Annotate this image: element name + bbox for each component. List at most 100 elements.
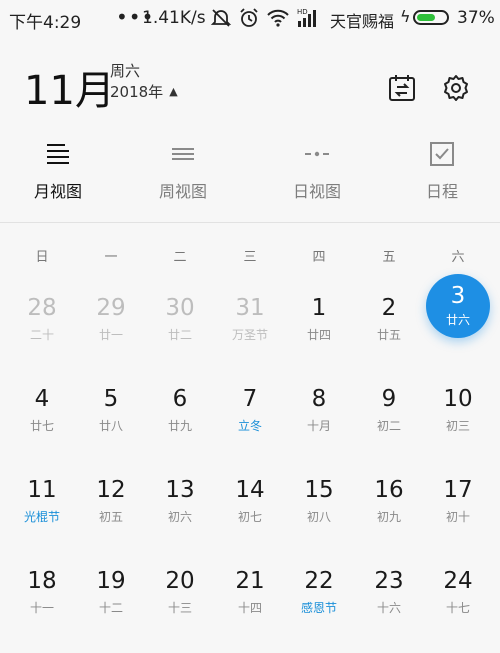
day-number: 9 — [381, 386, 397, 412]
lunar-date: 廿二 — [167, 328, 192, 342]
calendar-week-row: 18 十一 19 十二 20 十三 21 十四 22 感恩节 23 十六 24 十七 — [0, 563, 500, 653]
calendar-day[interactable]: 8 十月 — [284, 381, 354, 471]
calendar-switch-icon[interactable] — [388, 73, 416, 107]
calendar-day[interactable]: 18 十一 — [7, 563, 77, 653]
calendar-week-row: 28 二十 29 廿一 30 廿二 31 万圣节 1 廿四 2 廿五 3 廿六 — [0, 274, 500, 380]
lunar-date: 十四 — [237, 601, 262, 615]
weekday-mon: 一 — [104, 250, 118, 265]
calendar-day[interactable]: 22 感恩节 — [284, 563, 354, 653]
festival-label: 感恩节 — [300, 601, 337, 615]
day-number: 14 — [235, 477, 265, 503]
network-speed: 1.41K/s — [142, 8, 206, 28]
day-view-icon — [303, 144, 331, 168]
lunar-date: 廿五 — [376, 328, 401, 342]
calendar-day[interactable]: 10 初三 — [423, 381, 493, 471]
lunar-date: 二十 — [29, 328, 54, 342]
lunar-date: 十一 — [29, 601, 54, 615]
week-view-icon — [170, 144, 196, 168]
tab-label: 日程 — [425, 182, 458, 201]
lunar-date: 初三 — [445, 419, 470, 433]
tab-schedule[interactable]: 日程 — [392, 138, 492, 220]
calendar-day[interactable]: 13 初六 — [145, 472, 215, 562]
calendar-day[interactable]: 12 初五 — [76, 472, 146, 562]
wifi-icon — [266, 7, 290, 29]
lunar-date: 廿一 — [98, 328, 123, 342]
calendar-day[interactable]: 30 廿二 — [145, 290, 215, 380]
festival-label: 立冬 — [237, 419, 262, 433]
tab-month-view[interactable]: 月视图 — [8, 138, 108, 220]
calendar-day[interactable]: 17 初十 — [423, 472, 493, 562]
weekday-wed: 三 — [243, 250, 257, 265]
day-number: 11 — [27, 477, 57, 503]
day-number: 12 — [96, 477, 126, 503]
lunar-date: 廿八 — [98, 419, 123, 433]
day-number: 22 — [304, 568, 334, 594]
day-number: 24 — [443, 568, 473, 594]
lunar-date: 初十 — [445, 510, 470, 524]
weekday-label: 周六 — [110, 62, 141, 80]
month-title: 11月 — [24, 68, 115, 114]
tab-week-view[interactable]: 周视图 — [133, 138, 233, 220]
day-number: 28 — [27, 295, 57, 321]
battery-level-fill — [417, 14, 435, 21]
calendar-day[interactable]: 1 廿四 — [284, 290, 354, 380]
day-number: 15 — [304, 477, 334, 503]
calendar-day[interactable]: 31 万圣节 — [215, 290, 285, 380]
lunar-date: 十六 — [376, 601, 401, 615]
year-dropdown[interactable]: 2018年 ▲ — [110, 81, 178, 102]
calendar-day[interactable]: 4 廿七 — [7, 381, 77, 471]
day-number: 17 — [443, 477, 473, 503]
calendar-week-row: 11 光棍节 12 初五 13 初六 14 初七 15 初八 16 初九 17 初十 — [0, 472, 500, 562]
weekday-tue: 二 — [173, 250, 187, 265]
day-number: 16 — [374, 477, 404, 503]
lunar-date: 万圣节 — [231, 328, 268, 342]
svg-text:HD: HD — [297, 8, 308, 16]
battery-icon — [413, 10, 449, 25]
month-view-icon — [45, 142, 71, 170]
lunar-date: 廿四 — [306, 328, 331, 342]
day-number: 10 — [443, 386, 473, 412]
lunar-date: 初六 — [167, 510, 192, 524]
lunar-date: 十二 — [98, 601, 123, 615]
year-label: 2018年 — [110, 83, 164, 101]
day-number: 6 — [172, 386, 188, 412]
calendar-day[interactable]: 11 光棍节 — [7, 472, 77, 562]
day-number: 20 — [165, 568, 195, 594]
lunar-date: 廿七 — [29, 419, 54, 433]
calendar-day[interactable]: 19 十二 — [76, 563, 146, 653]
view-tabs: 月视图 周视图 日视图 日程 — [0, 138, 500, 220]
calendar-day[interactable]: 24 十七 — [423, 563, 493, 653]
day-number: 1 — [311, 295, 327, 321]
calendar-day[interactable]: 21 十四 — [215, 563, 285, 653]
calendar-day[interactable]: 14 初七 — [215, 472, 285, 562]
alarm-icon — [238, 7, 260, 29]
status-bar: 下午4:29 ••• 1.41K/s HD 天官赐福 ϟ 37% — [0, 0, 500, 36]
calendar-day[interactable]: 5 廿八 — [76, 381, 146, 471]
caret-up-icon: ▲ — [169, 85, 178, 98]
calendar-day[interactable]: 6 廿九 — [145, 381, 215, 471]
status-time: 下午4:29 — [9, 13, 82, 33]
weekday-fri: 五 — [382, 250, 396, 265]
carrier-name: 天官赐福 — [330, 12, 395, 31]
lunar-date: 廿九 — [167, 419, 192, 433]
calendar-day[interactable]: 2 廿五 — [354, 290, 424, 380]
calendar-day[interactable]: 7 立冬 — [215, 381, 285, 471]
day-number: 5 — [103, 386, 119, 412]
status-icons: HD — [210, 6, 318, 30]
calendar-day[interactable]: 20 十三 — [145, 563, 215, 653]
calendar-day[interactable]: 9 初二 — [354, 381, 424, 471]
weekday-sun: 日 — [35, 250, 49, 265]
weekday-sat: 六 — [451, 250, 465, 265]
day-number: 19 — [96, 568, 126, 594]
calendar-day[interactable]: 15 初八 — [284, 472, 354, 562]
day-number: 8 — [311, 386, 327, 412]
settings-gear-icon[interactable] — [442, 73, 470, 107]
tab-day-view[interactable]: 日视图 — [267, 138, 367, 220]
calendar-day[interactable]: 28 二十 — [7, 290, 77, 380]
battery-percent: 37% — [457, 8, 495, 28]
lunar-date: 初五 — [98, 510, 123, 524]
calendar-day-selected[interactable]: 3 廿六 — [423, 274, 493, 380]
calendar-day[interactable]: 29 廿一 — [76, 290, 146, 380]
calendar-day[interactable]: 16 初九 — [354, 472, 424, 562]
calendar-day[interactable]: 23 十六 — [354, 563, 424, 653]
